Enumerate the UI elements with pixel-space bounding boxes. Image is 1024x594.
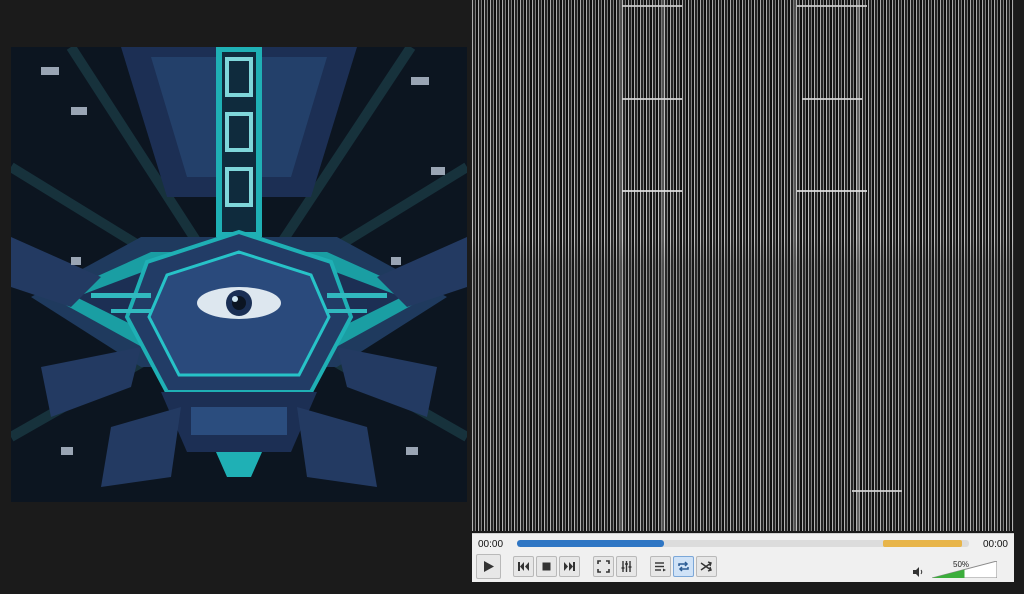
speaker-icon[interactable]: [912, 566, 924, 578]
video-shade: [472, 0, 1014, 531]
play-button[interactable]: [476, 554, 501, 579]
next-icon: [564, 562, 575, 571]
fullscreen-icon: [597, 560, 610, 573]
album-art: [11, 47, 467, 502]
previous-icon: [518, 562, 529, 571]
extended-settings-button[interactable]: [616, 556, 637, 577]
seek-slider[interactable]: [517, 540, 969, 547]
next-button[interactable]: [559, 556, 580, 577]
play-icon: [484, 561, 494, 572]
control-bar: 00:00 00:00 50%: [472, 533, 1014, 582]
seek-progress: [517, 540, 665, 547]
loop-button[interactable]: [673, 556, 694, 577]
previous-button[interactable]: [513, 556, 534, 577]
playlist-button[interactable]: [650, 556, 671, 577]
fullscreen-button[interactable]: [593, 556, 614, 577]
stop-icon: [542, 562, 551, 571]
loop-icon: [678, 561, 689, 572]
seek-buffer: [883, 540, 963, 547]
total-time: 00:00: [982, 539, 1008, 550]
shuffle-icon: [700, 561, 712, 572]
shuffle-button[interactable]: [696, 556, 717, 577]
volume-percent: 50%: [953, 560, 970, 569]
playlist-icon: [655, 562, 666, 572]
elapsed-time: 00:00: [478, 539, 504, 550]
stop-button[interactable]: [536, 556, 557, 577]
album-art-graphic: [11, 47, 467, 502]
video-output[interactable]: [472, 0, 1014, 531]
equalizer-icon: [621, 561, 632, 572]
